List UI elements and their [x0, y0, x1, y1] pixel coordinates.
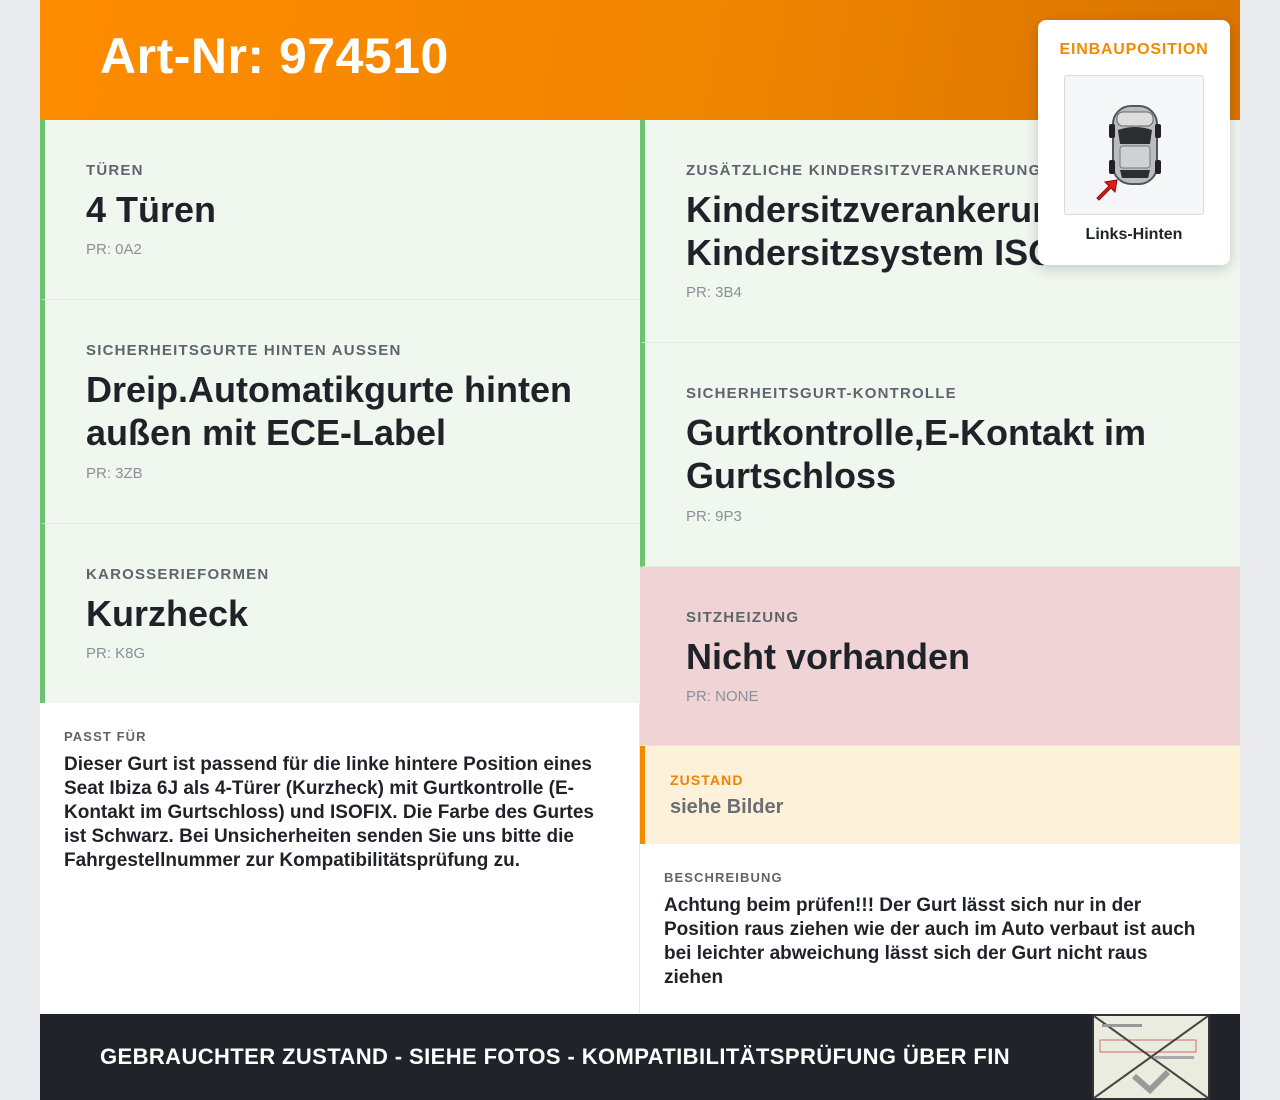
- feature-label: Sicherheitsgurt-Kontrolle: [686, 385, 957, 402]
- footer-bar: GEBRAUCHTER ZUSTAND - SIEHE FOTOS - KOMP…: [40, 1014, 1240, 1100]
- feature-pr-code: PR: 0A2: [86, 241, 142, 258]
- fits-for-section: Passt für Dieser Gurt ist passend für di…: [40, 703, 640, 1014]
- condition-value: siehe Bilder: [670, 796, 784, 818]
- feature-pr-code: PR: NONE: [686, 688, 759, 705]
- feature-value: Dreip.Automatikgurte hinten außen mit EC…: [86, 369, 573, 453]
- feature-card-body-style: Karosserieformen Kurzheck PR: K8G: [40, 524, 640, 704]
- feature-label: Karosserieformen: [86, 566, 270, 583]
- fits-for-text: Dieser Gurt ist passend für die linke hi…: [64, 754, 594, 871]
- feature-label: Sicherheitsgurte hinten aussen: [86, 342, 402, 359]
- feature-pr-code: PR: 3B4: [686, 284, 742, 301]
- description-label: Beschreibung: [664, 870, 783, 885]
- feature-card-belt-control: Sicherheitsgurt-Kontrolle Gurtkontrolle,…: [640, 343, 1240, 567]
- article-number-title: Art-Nr: 974510: [100, 28, 449, 84]
- condition-section: Zustand siehe Bilder: [640, 746, 1240, 844]
- feature-label: Sitzheizung: [686, 609, 800, 626]
- feature-pr-code: PR: K8G: [86, 645, 146, 662]
- feature-value: Gurtkontrolle,E-Kontakt im Gurtschloss: [686, 412, 1147, 496]
- photo-placeholder-icon: [1094, 1016, 1208, 1098]
- feature-card-seat-heating: Sitzheizung Nicht vorhanden PR: NONE: [640, 567, 1240, 746]
- product-sheet: Art-Nr: 974510 Türen 4 Türen PR: 0A2 Sic…: [40, 0, 1240, 1100]
- feature-label: Türen: [86, 162, 144, 179]
- installation-position-title: EINBAUPOSITION: [1059, 41, 1209, 58]
- feature-value: Kurzheck: [86, 593, 249, 634]
- car-top-view-icon: [1064, 75, 1204, 215]
- feature-pr-code: PR: 3ZB: [86, 465, 143, 482]
- feature-value: 4 Türen: [86, 189, 217, 230]
- feature-card-doors: Türen 4 Türen PR: 0A2: [40, 120, 640, 300]
- feature-value: Nicht vorhanden: [686, 636, 971, 677]
- feature-pr-code: PR: 9P3: [686, 508, 742, 525]
- feature-label: Zusätzliche Kindersitzverankerung: [686, 162, 1042, 179]
- installation-position-caption: Links-Hinten: [1085, 226, 1183, 243]
- footer-notice: GEBRAUCHTER ZUSTAND - SIEHE FOTOS - KOMP…: [100, 1044, 1011, 1069]
- feature-card-rear-seatbelts: Sicherheitsgurte hinten aussen Dreip.Aut…: [40, 300, 640, 524]
- installation-position-card: EINBAUPOSITION Links-Hinten: [1038, 20, 1230, 265]
- condition-label: Zustand: [670, 772, 744, 788]
- fits-for-label: Passt für: [64, 729, 147, 744]
- description-text: Achtung beim prüfen!!! Der Gurt lässt si…: [664, 895, 1196, 988]
- description-section: Beschreibung Achtung beim prüfen!!! Der …: [640, 844, 1240, 1014]
- product-photo-thumbnail[interactable]: [1092, 1014, 1210, 1100]
